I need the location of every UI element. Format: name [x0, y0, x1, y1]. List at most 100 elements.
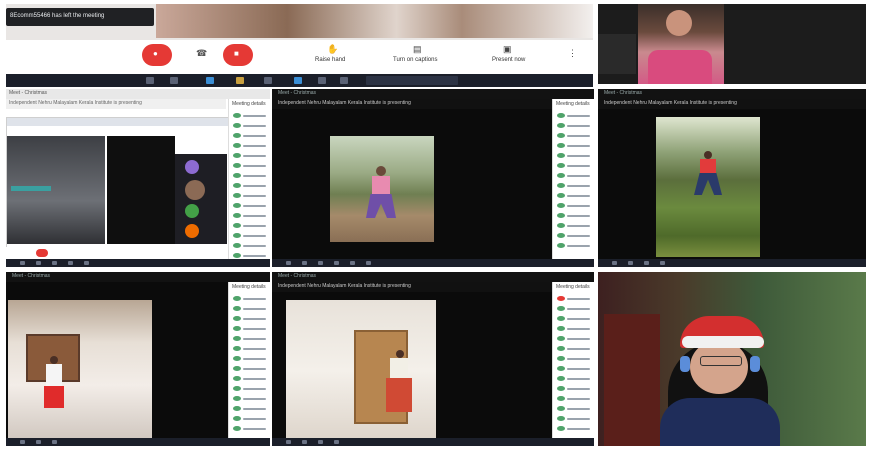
list-item[interactable]	[557, 376, 592, 382]
screenshare-tile-5: Meet - Christmas Independent Nehru Malay…	[272, 272, 594, 446]
list-item[interactable]	[557, 316, 592, 322]
list-item[interactable]	[233, 113, 268, 119]
list-item[interactable]	[233, 356, 268, 362]
list-item[interactable]	[233, 163, 268, 169]
list-item[interactable]	[557, 143, 592, 149]
taskbar-icon[interactable]	[146, 77, 154, 84]
list-item[interactable]	[557, 163, 592, 169]
tile-caption-bar: Independent Nehru Malayalam Kerala Insti…	[598, 99, 866, 109]
present-icon[interactable]: ▣	[503, 44, 512, 55]
list-item[interactable]	[233, 386, 268, 392]
participant-list-panel: Meeting details	[552, 99, 594, 259]
list-item[interactable]	[557, 346, 592, 352]
list-item[interactable]	[557, 336, 592, 342]
participant-list-header: Meeting details	[232, 284, 266, 290]
list-item[interactable]	[233, 366, 268, 372]
tile-title: Meet - Christmas	[9, 90, 48, 96]
list-item[interactable]	[233, 306, 268, 312]
captions-label[interactable]: Turn on captions	[393, 57, 437, 63]
list-item[interactable]	[233, 416, 268, 422]
list-item[interactable]	[233, 123, 268, 129]
list-item[interactable]	[557, 123, 592, 129]
list-item[interactable]	[233, 243, 268, 249]
participant-tile-santa	[598, 272, 866, 446]
list-item[interactable]	[557, 396, 592, 402]
list-item[interactable]	[233, 223, 268, 229]
taskbar-active-window[interactable]	[366, 76, 458, 85]
list-item[interactable]	[557, 223, 592, 229]
list-item[interactable]	[557, 193, 592, 199]
list-item[interactable]	[233, 376, 268, 382]
list-item[interactable]	[557, 406, 592, 412]
tile-title-bar: Meet - Christmas	[272, 89, 594, 99]
list-item[interactable]	[233, 426, 268, 432]
tile-taskbar	[272, 259, 594, 267]
tile-caption-bar: Independent Nehru Malayalam Kerala Insti…	[272, 282, 594, 292]
list-item[interactable]	[233, 173, 268, 179]
screenshare-tile-1: Meet - Christmas Independent Nehru Malay…	[6, 89, 270, 267]
headphones-left	[680, 356, 690, 372]
list-item[interactable]	[557, 113, 592, 119]
present-label[interactable]: Present now	[492, 57, 525, 63]
taskbar-icon[interactable]	[340, 77, 348, 84]
list-item[interactable]	[557, 213, 592, 219]
shared-controls	[6, 247, 228, 259]
hang-up-icon[interactable]: ☎	[196, 48, 207, 59]
participant-shirt	[648, 50, 712, 84]
list-item[interactable]	[233, 233, 268, 239]
taskbar-icon[interactable]	[264, 77, 272, 84]
taskbar-icon[interactable]	[236, 77, 244, 84]
list-item[interactable]	[557, 296, 592, 302]
list-item[interactable]	[233, 183, 268, 189]
tile-title: Meet - Christmas	[12, 273, 51, 279]
shared-hangup-button[interactable]	[36, 249, 48, 257]
dance-video	[286, 300, 436, 442]
list-item[interactable]	[233, 296, 268, 302]
screenshare-tile-3: Meet - Christmas Independent Nehru Malay…	[598, 89, 866, 267]
list-item[interactable]	[557, 306, 592, 312]
headphones-right	[750, 356, 760, 372]
list-item[interactable]	[557, 243, 592, 249]
list-item[interactable]	[557, 183, 592, 189]
list-item[interactable]	[557, 366, 592, 372]
participant-list-panel: Meeting details	[228, 99, 270, 259]
list-item[interactable]	[233, 153, 268, 159]
list-item[interactable]	[233, 396, 268, 402]
list-item[interactable]	[233, 143, 268, 149]
taskbar-icon[interactable]	[318, 77, 326, 84]
list-item[interactable]	[557, 133, 592, 139]
taskbar-icon[interactable]	[294, 77, 302, 84]
list-item[interactable]	[233, 406, 268, 412]
list-item[interactable]	[557, 153, 592, 159]
list-item[interactable]	[233, 326, 268, 332]
participant-list-panel: Meeting details	[552, 282, 594, 438]
list-item[interactable]	[557, 386, 592, 392]
list-item[interactable]	[557, 203, 592, 209]
raise-hand-label[interactable]: Raise hand	[315, 57, 345, 63]
more-icon[interactable]: ⋮	[568, 48, 577, 59]
list-item[interactable]	[557, 326, 592, 332]
captions-icon[interactable]: ▤	[413, 44, 422, 55]
hand-icon[interactable]: ✋	[327, 44, 338, 55]
tile-title-bar: Meet - Christmas	[598, 89, 866, 99]
tile-title-bar: Meet - Christmas	[6, 89, 270, 99]
list-item[interactable]	[557, 356, 592, 362]
list-item[interactable]	[233, 346, 268, 352]
list-item[interactable]	[557, 416, 592, 422]
list-item[interactable]	[233, 213, 268, 219]
tile-title-bar: Meet - Christmas	[6, 272, 270, 282]
list-item[interactable]	[557, 173, 592, 179]
list-item[interactable]	[233, 336, 268, 342]
dance-video	[656, 117, 760, 257]
list-item[interactable]	[557, 426, 592, 432]
list-item[interactable]	[233, 193, 268, 199]
taskbar-icon[interactable]	[206, 77, 214, 84]
list-item[interactable]	[557, 233, 592, 239]
list-item[interactable]	[233, 203, 268, 209]
dance-video	[330, 136, 434, 242]
list-item[interactable]	[233, 133, 268, 139]
taskbar-icon[interactable]	[170, 77, 178, 84]
camera-icon: ■	[234, 49, 239, 58]
list-item[interactable]	[233, 316, 268, 322]
top-video-feed	[156, 4, 593, 38]
